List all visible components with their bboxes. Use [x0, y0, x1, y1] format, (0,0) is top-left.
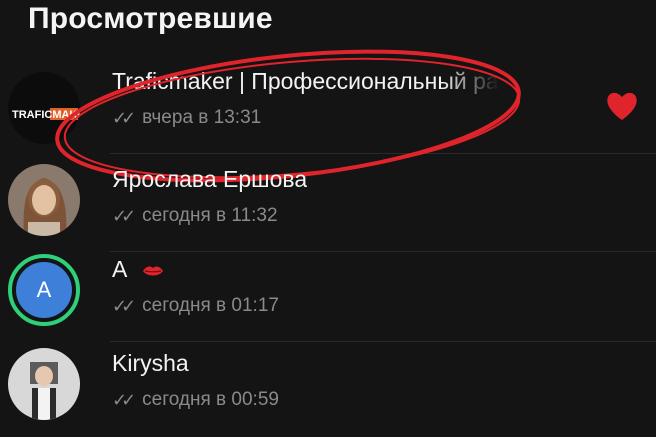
- double-check-icon: ✓✓: [112, 389, 136, 410]
- divider: [110, 341, 656, 342]
- avatar[interactable]: A: [8, 254, 80, 326]
- avatar-letter: A: [16, 262, 72, 318]
- double-check-icon: ✓✓: [112, 205, 136, 226]
- lips-emoji-icon: [142, 266, 163, 276]
- viewer-name: Ярослава Ершова: [112, 166, 308, 192]
- viewer-name-text: А: [112, 256, 128, 282]
- viewer-meta: ✓✓ сегодня в 01:17: [112, 295, 279, 317]
- double-check-icon: ✓✓: [112, 295, 136, 316]
- viewer-meta: ✓✓ сегодня в 11:32: [112, 205, 278, 227]
- viewer-row[interactable]: Kirysha ✓✓ сегодня в 00:59: [0, 344, 656, 436]
- avatar[interactable]: [8, 348, 80, 420]
- viewer-name: А: [112, 256, 164, 283]
- viewed-time: сегодня в 01:17: [142, 295, 279, 316]
- viewer-row[interactable]: A А ✓✓ сегодня в 01:17: [0, 250, 656, 342]
- viewed-time: сегодня в 00:59: [142, 389, 279, 410]
- avatar[interactable]: [8, 164, 80, 236]
- heart-icon[interactable]: [604, 88, 640, 124]
- viewer-row[interactable]: Ярослава Ершова ✓✓ сегодня в 11:32: [0, 160, 656, 252]
- page-title: Просмотревшие: [28, 2, 273, 35]
- viewer-name: Kirysha: [112, 350, 189, 376]
- viewer-meta: ✓✓ сегодня в 00:59: [112, 389, 279, 411]
- viewed-time: сегодня в 11:32: [142, 205, 278, 226]
